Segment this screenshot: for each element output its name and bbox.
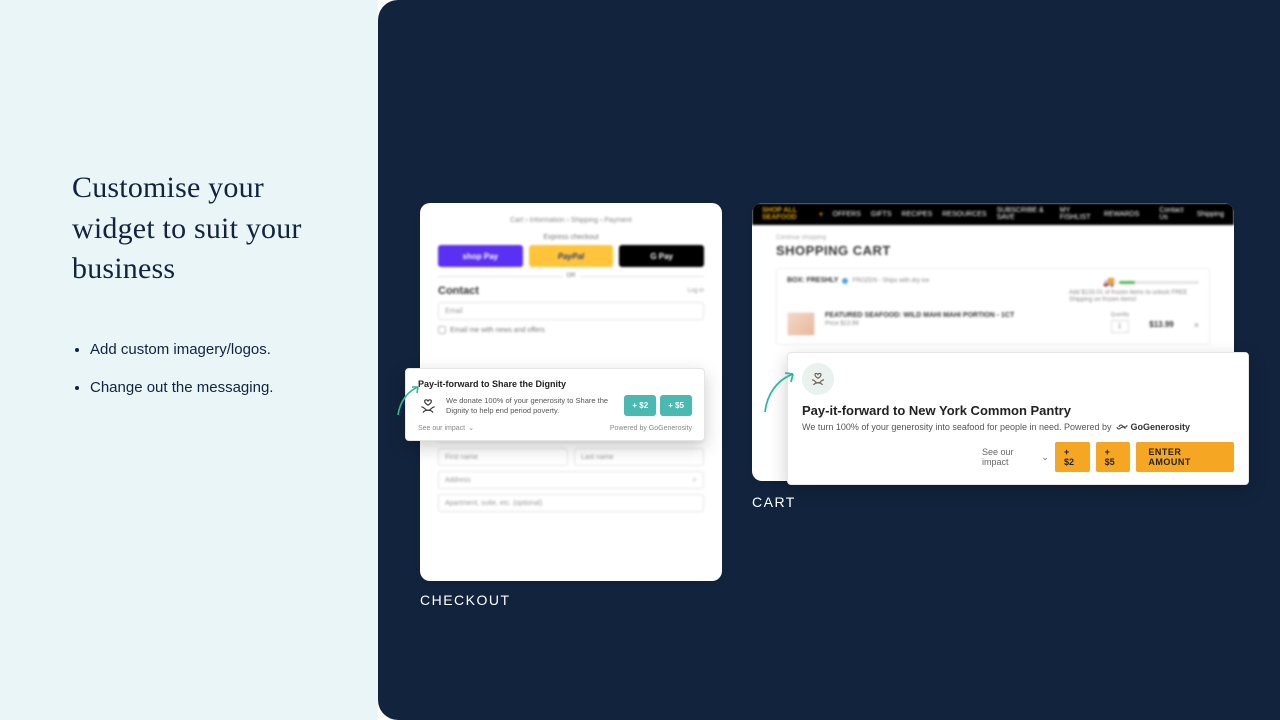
nav-item[interactable]: REWARDS [1104, 211, 1140, 218]
brand-label: GoGenerosity [1116, 422, 1191, 432]
nav-shop-all[interactable]: SHOP ALL SEAFOOD▾ [762, 207, 823, 221]
apartment-field[interactable]: Apartment, suite, etc. (optional) [438, 494, 704, 512]
shipping-hint: Add $133.01 of frozen items to unlock FR… [1069, 290, 1199, 304]
nav-item[interactable]: RECIPES [902, 211, 933, 218]
login-link[interactable]: Log in [688, 288, 704, 294]
nav-shipping[interactable]: Shipping [1197, 211, 1224, 218]
cart-line-item: FEATURED SEAFOOD: WILD MAHI MAHI PORTION… [787, 312, 1199, 336]
see-impact-link[interactable]: See our impact ⌄ [418, 424, 474, 432]
qty-label: Quantity [1111, 312, 1130, 318]
cart-nav: SHOP ALL SEAFOOD▾ OFFERS GIFTS RECIPES R… [752, 203, 1234, 225]
box-status: FROZEN - Ships with dry ice [852, 278, 929, 284]
right-column: Cart › Information › Shipping › Payment … [378, 0, 1280, 720]
cart-box: BOX: FRESHLY FROZEN - Ships with dry ice… [776, 268, 1210, 345]
qty-input[interactable]: 1 [1111, 320, 1130, 333]
nav-contact[interactable]: Contact Us [1159, 207, 1186, 221]
left-column: Customise your widget to suit your busin… [0, 0, 378, 720]
hands-heart-icon [809, 370, 827, 388]
shop-pay-button[interactable]: shop Pay [438, 245, 523, 267]
first-name-field[interactable]: First name [438, 448, 568, 466]
express-checkout-label: Express checkout [438, 234, 704, 241]
search-icon: ⌕ [693, 475, 697, 485]
email-field[interactable]: Email [438, 302, 704, 320]
chevron-down-icon: ⌄ [1041, 452, 1049, 463]
chevron-down-icon: ⌄ [468, 424, 474, 432]
cart-title: SHOPPING CART [776, 243, 1210, 258]
checkout-caption: CHECKOUT [420, 592, 511, 608]
remove-item-button[interactable]: × [1194, 320, 1199, 330]
line-price: $13.99 [1149, 320, 1173, 329]
nav-item[interactable]: RESOURCES [942, 211, 986, 218]
feature-bullets: Add custom imagery/logos. Change out the… [72, 338, 346, 400]
see-impact-link[interactable]: See our impact ⌄ [802, 447, 1049, 467]
box-label: BOX: FRESHLY [787, 277, 838, 284]
truck-icon: 🚚 [1103, 277, 1115, 288]
cart-caption: CART [752, 494, 796, 510]
breadcrumb: Cart › Information › Shipping › Payment [438, 213, 704, 228]
widget-logo-circle [802, 363, 834, 395]
last-name-field[interactable]: Last name [574, 448, 704, 466]
continue-shopping-link[interactable]: Continue shopping [776, 235, 1210, 241]
donate-2-button[interactable]: + $2 [1055, 442, 1090, 472]
product-unit-price: Price $13.99 [825, 321, 1016, 327]
chevron-down-icon: ▾ [819, 211, 822, 218]
donate-5-button[interactable]: + $5 [660, 395, 692, 416]
donation-widget-cart: Pay-it-forward to New York Common Pantry… [787, 352, 1249, 485]
contact-heading: Contact [438, 285, 479, 297]
address-field[interactable]: Address ⌕ [438, 471, 704, 489]
widget-message: We turn 100% of your generosity into sea… [802, 422, 1234, 432]
enter-amount-button[interactable]: ENTER AMOUNT [1136, 442, 1234, 472]
donation-widget-checkout: Pay-it-forward to Share the Dignity We d… [405, 368, 705, 441]
google-pay-button[interactable]: G Pay [619, 245, 704, 267]
or-divider: OR [438, 273, 704, 279]
infinity-icon [1116, 423, 1128, 431]
newsletter-checkbox[interactable]: Email me with news and offers [438, 326, 704, 334]
nav-item[interactable]: SUBSCRIBE & SAVE [997, 207, 1050, 221]
nav-item[interactable]: GIFTS [871, 211, 892, 218]
hands-heart-icon [418, 396, 438, 416]
donate-5-button[interactable]: + $5 [1096, 442, 1131, 472]
nav-item[interactable]: OFFERS [833, 211, 861, 218]
nav-item[interactable]: MY FISHLIST [1060, 207, 1094, 221]
paypal-button[interactable]: PayPal [529, 245, 614, 267]
product-name: FEATURED SEAFOOD: WILD MAHI MAHI PORTION… [825, 312, 1016, 319]
shipping-progress [1119, 281, 1199, 284]
widget-title: Pay-it-forward to Share the Dignity [418, 379, 692, 389]
powered-by-label: Powered by GoGenerosity [610, 425, 692, 432]
widget-message: We donate 100% of your generosity to Sha… [446, 396, 616, 416]
product-thumbnail [787, 312, 815, 336]
widget-title: Pay-it-forward to New York Common Pantry [802, 403, 1234, 418]
bullet-messaging: Change out the messaging. [90, 376, 346, 400]
status-dot-icon [842, 278, 848, 284]
bullet-imagery: Add custom imagery/logos. [90, 338, 346, 362]
headline: Customise your widget to suit your busin… [72, 168, 346, 290]
donate-2-button[interactable]: + $2 [624, 395, 656, 416]
